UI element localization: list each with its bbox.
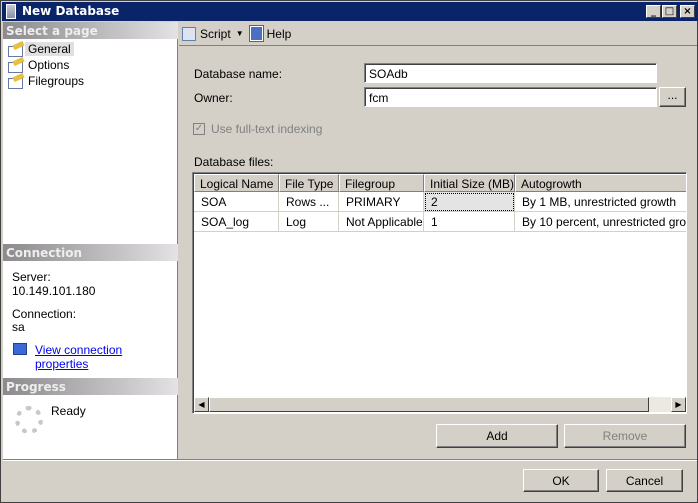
- add-button[interactable]: Add: [436, 424, 558, 448]
- page-icon: [7, 58, 25, 73]
- page-icon: [7, 74, 25, 89]
- sidebar: Select a page General Options Filegroups…: [3, 22, 178, 459]
- database-name-input[interactable]: SOAdb: [364, 63, 657, 83]
- owner-label: Owner:: [194, 91, 233, 105]
- fulltext-checkbox[interactable]: ✓: [193, 123, 205, 135]
- horizontal-scrollbar[interactable]: ◀ ▶: [194, 397, 686, 412]
- script-label: Script: [200, 26, 231, 41]
- filegroup-cell[interactable]: Not Applicable: [339, 212, 424, 232]
- scrollbar-thumb[interactable]: [209, 397, 649, 412]
- initial-size-cell[interactable]: 1: [424, 212, 515, 232]
- fulltext-label: Use full-text indexing: [211, 122, 323, 136]
- new-database-dialog: New Database _ □ × Select a page General…: [0, 0, 698, 503]
- column-header-file-type[interactable]: File Type: [279, 174, 339, 192]
- toolbar: Script ▼ Help: [179, 22, 697, 46]
- connection-value: sa: [12, 320, 25, 334]
- help-button[interactable]: Help: [248, 25, 292, 42]
- database-files-label: Database files:: [194, 155, 274, 169]
- autogrowth-cell[interactable]: By 10 percent, unrestricted growth: [515, 212, 686, 232]
- sidebar-item-options[interactable]: Options: [7, 57, 72, 73]
- remove-button[interactable]: Remove: [564, 424, 686, 448]
- sidebar-item-label: General: [25, 42, 74, 56]
- help-label: Help: [266, 26, 292, 41]
- file-type-cell[interactable]: Log: [279, 212, 339, 232]
- ok-button[interactable]: OK: [523, 469, 599, 492]
- sidebar-item-filegroups[interactable]: Filegroups: [7, 73, 87, 89]
- logical-name-cell[interactable]: SOA_log: [194, 212, 279, 232]
- server-label: Server:: [12, 270, 51, 284]
- initial-size-cell[interactable]: 2: [424, 192, 515, 212]
- minimize-button[interactable]: _: [646, 5, 661, 18]
- browse-owner-button[interactable]: ...: [659, 87, 686, 107]
- chevron-down-icon: ▼: [235, 29, 244, 38]
- divider: [3, 459, 697, 461]
- script-button[interactable]: Script ▼: [182, 26, 244, 41]
- page-icon: [7, 42, 25, 57]
- view-connection-properties-link[interactable]: View connection properties: [35, 343, 177, 371]
- owner-input[interactable]: fcm: [364, 87, 657, 107]
- column-header-logical-name[interactable]: Logical Name: [194, 174, 279, 192]
- title-bar: New Database _ □ ×: [2, 2, 698, 21]
- connection-label: Connection:: [12, 307, 77, 321]
- database-name-label: Database name:: [194, 67, 283, 81]
- column-header-filegroup[interactable]: Filegroup: [339, 174, 424, 192]
- server-value: 10.149.101.180: [12, 284, 96, 298]
- scroll-right-icon[interactable]: ▶: [671, 397, 686, 412]
- progress-spinner-icon: [15, 406, 43, 434]
- database-icon: [6, 4, 16, 19]
- progress-status: Ready: [51, 404, 86, 418]
- close-button[interactable]: ×: [680, 5, 695, 18]
- cancel-button[interactable]: Cancel: [606, 469, 683, 492]
- column-header-autogrowth[interactable]: Autogrowth: [515, 174, 686, 192]
- sidebar-item-label: Filegroups: [28, 74, 85, 88]
- progress-header: Progress: [3, 378, 178, 395]
- autogrowth-cell[interactable]: By 1 MB, unrestricted growth: [515, 192, 686, 212]
- help-icon: [248, 25, 264, 42]
- connection-header: Connection: [3, 244, 178, 261]
- logical-name-cell[interactable]: SOA: [194, 192, 279, 212]
- maximize-button[interactable]: □: [662, 5, 677, 18]
- filegroup-cell[interactable]: PRIMARY: [339, 192, 424, 212]
- sidebar-item-label: Options: [28, 58, 70, 72]
- window-title: New Database: [22, 4, 120, 18]
- sidebar-item-general[interactable]: General: [7, 41, 74, 57]
- file-type-cell[interactable]: Rows ...: [279, 192, 339, 212]
- database-files-grid: Logical Name File Type Filegroup Initial…: [192, 172, 687, 414]
- select-page-header: Select a page: [3, 22, 178, 39]
- column-header-initial-size[interactable]: Initial Size (MB): [424, 174, 515, 192]
- script-icon: [182, 26, 196, 41]
- scroll-left-icon[interactable]: ◀: [194, 397, 209, 412]
- connection-properties-icon: [13, 343, 27, 355]
